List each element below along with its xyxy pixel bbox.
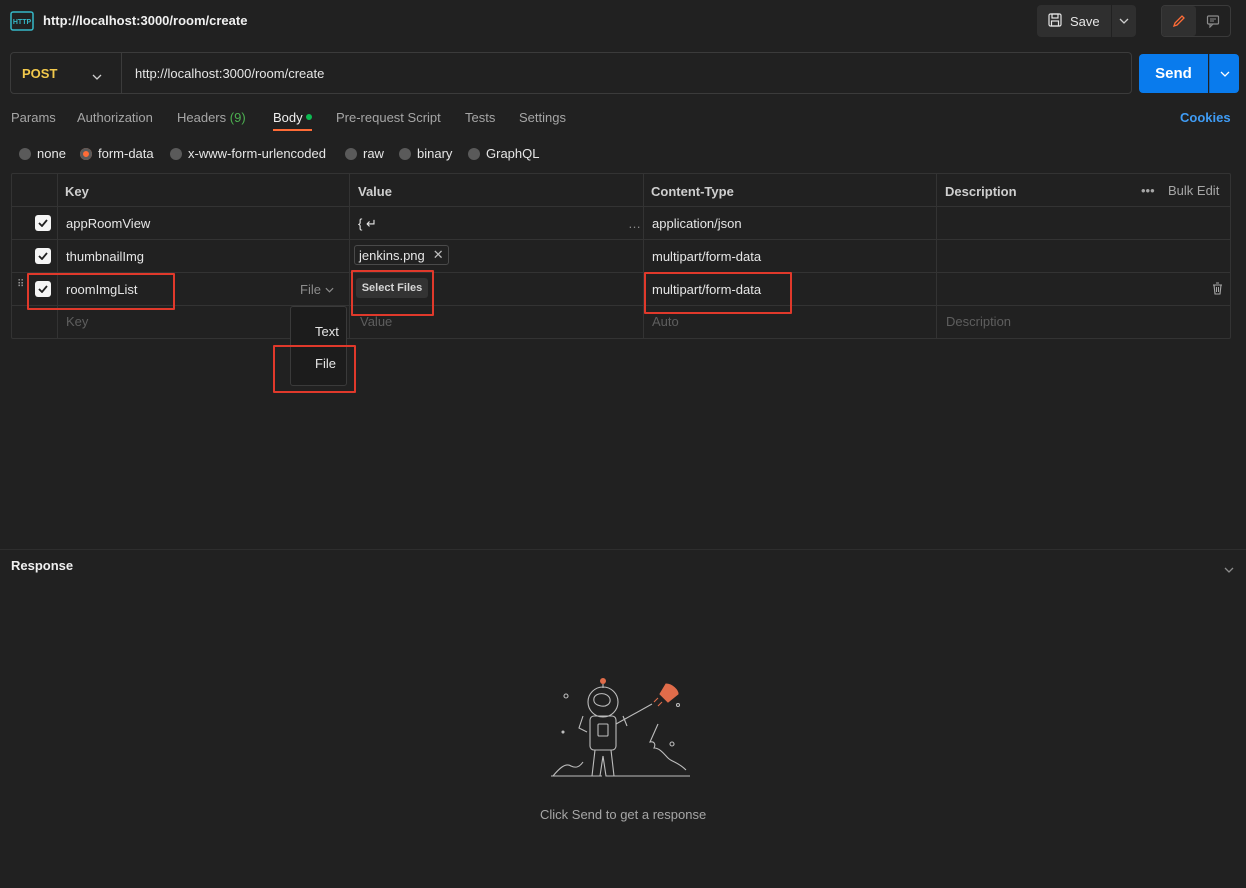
close-icon[interactable]: ✕ bbox=[433, 247, 444, 263]
chevron-down-icon[interactable] bbox=[92, 68, 102, 83]
divider bbox=[11, 305, 1231, 306]
tab-headers[interactable]: Headers (9) bbox=[177, 110, 246, 125]
row-value[interactable]: { ↵ bbox=[358, 216, 377, 232]
highlight-box bbox=[644, 272, 792, 314]
divider bbox=[936, 173, 937, 339]
radio-form-data[interactable]: form-data bbox=[80, 146, 154, 161]
tab-settings[interactable]: Settings bbox=[519, 110, 566, 125]
tab-headers-label: Headers bbox=[177, 110, 227, 125]
new-value-input[interactable]: Value bbox=[360, 314, 392, 329]
cookies-link[interactable]: Cookies bbox=[1180, 110, 1231, 125]
response-title: Response bbox=[11, 558, 74, 573]
row-key[interactable]: appRoomView bbox=[66, 216, 150, 231]
chevron-down-icon bbox=[1220, 71, 1229, 77]
body-indicator-dot bbox=[306, 114, 312, 120]
row-key[interactable]: thumbnailImg bbox=[66, 249, 144, 264]
divider bbox=[643, 173, 644, 339]
save-button[interactable]: Save bbox=[1037, 5, 1111, 37]
check-icon bbox=[38, 252, 48, 260]
row-content-type[interactable]: application/json bbox=[652, 216, 742, 231]
headers-count: (9) bbox=[229, 110, 246, 125]
chevron-down-icon bbox=[1119, 18, 1129, 24]
divider bbox=[11, 206, 1231, 207]
key-type-label: File bbox=[300, 282, 321, 297]
row-content-type[interactable]: multipart/form-data bbox=[652, 249, 761, 264]
trash-icon[interactable] bbox=[1212, 282, 1223, 298]
tab-authorization[interactable]: Authorization bbox=[77, 110, 153, 125]
method-select[interactable]: POST bbox=[22, 66, 57, 81]
key-type-select[interactable]: File bbox=[300, 282, 334, 297]
more-options-icon[interactable]: ••• bbox=[1141, 183, 1155, 198]
astronaut-illustration bbox=[548, 676, 694, 792]
column-header-content-type: Content-Type bbox=[651, 184, 734, 199]
radio-graphql[interactable]: GraphQL bbox=[468, 146, 539, 161]
divider bbox=[349, 173, 350, 339]
row-checkbox[interactable] bbox=[35, 215, 51, 231]
send-options-button[interactable] bbox=[1209, 54, 1239, 93]
radio-dot bbox=[170, 147, 182, 160]
file-chip: jenkins.png ✕ bbox=[354, 245, 449, 265]
radio-dot-selected bbox=[80, 147, 92, 160]
divider bbox=[57, 173, 58, 339]
divider bbox=[0, 549, 1246, 550]
radio-dot bbox=[19, 147, 31, 160]
radio-label: form-data bbox=[98, 146, 154, 161]
url-input[interactable]: http://localhost:3000/room/create bbox=[135, 66, 324, 81]
divider bbox=[11, 239, 1231, 240]
column-header-description: Description bbox=[945, 184, 1017, 199]
comments-button[interactable] bbox=[1196, 6, 1230, 36]
new-content-type-input[interactable]: Auto bbox=[652, 314, 679, 329]
svg-text:HTTP: HTTP bbox=[13, 19, 32, 26]
column-header-key: Key bbox=[65, 184, 89, 199]
request-title: http://localhost:3000/room/create bbox=[43, 13, 248, 28]
form-data-table bbox=[11, 173, 1231, 339]
tab-body[interactable]: Body bbox=[273, 110, 303, 125]
save-label: Save bbox=[1070, 13, 1100, 29]
radio-label: binary bbox=[417, 146, 453, 161]
comment-icon bbox=[1206, 15, 1220, 28]
edit-pencil-button[interactable] bbox=[1162, 6, 1196, 36]
radio-binary[interactable]: binary bbox=[399, 146, 452, 161]
chevron-down-icon[interactable] bbox=[1224, 561, 1234, 576]
radio-urlencoded[interactable]: x-www-form-urlencoded bbox=[170, 146, 326, 161]
right-sidebar-toggles bbox=[1161, 5, 1231, 37]
row-checkbox[interactable] bbox=[35, 248, 51, 264]
save-icon bbox=[1048, 12, 1062, 30]
radio-raw[interactable]: raw bbox=[345, 146, 384, 161]
file-name: jenkins.png bbox=[359, 247, 425, 263]
chevron-down-icon bbox=[325, 287, 334, 293]
highlight-box bbox=[27, 273, 175, 310]
radio-label: none bbox=[37, 146, 66, 161]
http-request-icon: HTTP bbox=[10, 9, 34, 33]
menu-item-text[interactable]: Text bbox=[315, 324, 339, 339]
send-button[interactable]: Send bbox=[1139, 54, 1208, 93]
tab-pre-request-script[interactable]: Pre-request Script bbox=[336, 110, 441, 125]
radio-dot bbox=[399, 147, 411, 160]
column-header-value: Value bbox=[358, 184, 392, 199]
new-description-input[interactable]: Description bbox=[946, 314, 1011, 329]
highlight-box bbox=[351, 270, 434, 316]
radio-label: x-www-form-urlencoded bbox=[188, 146, 326, 161]
radio-label: raw bbox=[363, 146, 384, 161]
bulk-edit-link[interactable]: Bulk Edit bbox=[1168, 183, 1219, 198]
radio-none[interactable]: none bbox=[19, 146, 66, 161]
radio-dot bbox=[345, 147, 357, 160]
drag-handle-icon[interactable]: ⠿ bbox=[17, 280, 25, 290]
divider bbox=[11, 272, 1231, 273]
active-tab-underline bbox=[273, 129, 312, 131]
radio-dot bbox=[468, 147, 480, 160]
response-empty-hint: Click Send to get a response bbox=[540, 807, 707, 822]
ellipsis-icon: … bbox=[628, 216, 641, 231]
tab-params[interactable]: Params bbox=[11, 110, 56, 125]
divider bbox=[121, 53, 122, 93]
tab-tests[interactable]: Tests bbox=[465, 110, 495, 125]
radio-label: GraphQL bbox=[486, 146, 540, 161]
highlight-box bbox=[273, 345, 356, 393]
new-key-input[interactable]: Key bbox=[66, 314, 88, 329]
pencil-icon bbox=[1172, 15, 1185, 28]
save-options-button[interactable] bbox=[1112, 5, 1136, 37]
check-icon bbox=[38, 219, 48, 227]
